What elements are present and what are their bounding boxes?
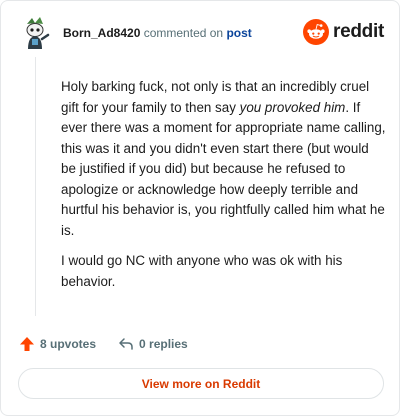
replies-label: 0 replies	[139, 337, 188, 351]
upvotes-label: 8 upvotes	[40, 337, 97, 351]
reddit-logo-icon	[303, 19, 330, 45]
username-link[interactable]: Born_Ad8420	[63, 26, 140, 40]
reddit-brand[interactable]: reddit	[303, 19, 384, 45]
commented-on-text: commented on	[143, 26, 224, 40]
replies-button[interactable]: 0 replies	[118, 336, 188, 352]
comment-paragraph: Holy barking fuck, not only is that an i…	[61, 79, 386, 238]
comment-actions: 8 upvotes 0 replies	[19, 335, 188, 353]
comment-body: Holy barking fuck, not only is that an i…	[61, 77, 386, 302]
reddit-wordmark: reddit	[333, 21, 384, 42]
view-more-button[interactable]: View more on Reddit	[18, 368, 384, 399]
snoo-avatar-icon[interactable]	[18, 15, 54, 51]
upvote-arrow-icon	[20, 337, 34, 351]
thread-line	[35, 57, 36, 316]
comment-paragraph: I would go NC with anyone who was ok wit…	[61, 253, 343, 289]
comment-meta: Born_Ad8420 commented on post	[63, 26, 252, 40]
comment-header: Born_Ad8420 commented on post reddit	[18, 15, 384, 51]
reply-arrow-icon	[119, 338, 133, 350]
comment-embed-card: Born_Ad8420 commented on post reddit Hol…	[0, 0, 400, 416]
upvotes-button[interactable]: 8 upvotes	[19, 336, 96, 352]
post-link[interactable]: post	[226, 26, 251, 40]
